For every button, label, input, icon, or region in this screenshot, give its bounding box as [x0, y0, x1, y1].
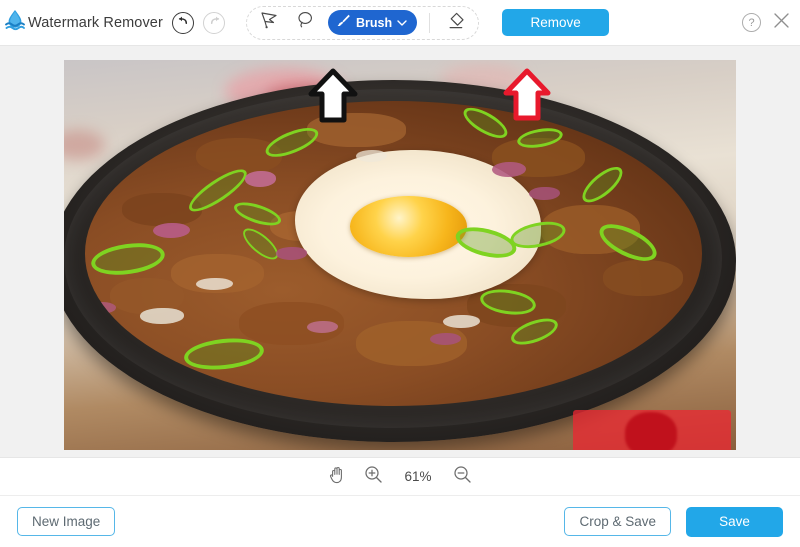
brush-icon: [336, 13, 351, 33]
watermark-brush-mask[interactable]: [573, 410, 731, 450]
window-controls: ?: [742, 12, 800, 34]
history-controls: [172, 11, 225, 34]
undo-button[interactable]: [172, 11, 194, 34]
redo-button[interactable]: [203, 11, 225, 34]
help-button[interactable]: ?: [742, 13, 761, 32]
source-image[interactable]: [64, 60, 736, 450]
sizzling-platter: [64, 79, 736, 443]
watermark-remover-app: Watermark Remover Brush Remove ? 61% New…: [0, 0, 800, 547]
egg-yolk: [350, 195, 468, 257]
eraser-icon: [446, 11, 466, 35]
top-toolbar: Watermark Remover Brush Remove ?: [0, 0, 800, 46]
undo-arrow-icon: [177, 14, 190, 32]
free-lasso-tool[interactable]: [292, 10, 319, 36]
footer-bar: New Image Crop & Save Save: [0, 495, 800, 547]
zoom-level-label: 61%: [404, 469, 432, 484]
page-title: Watermark Remover: [28, 14, 163, 31]
arrow-pointing-to-brush: [308, 68, 358, 123]
save-button[interactable]: Save: [686, 506, 783, 537]
brush-tool-button[interactable]: Brush: [328, 10, 418, 35]
brush-tool-label: Brush: [356, 15, 393, 30]
polygonal-lasso-tool[interactable]: [256, 10, 283, 36]
footer-actions: Crop & Save Save: [564, 506, 783, 537]
eraser-tool[interactable]: [442, 10, 469, 36]
meat-dish: [84, 101, 702, 406]
selection-tool-group: Brush: [246, 5, 480, 40]
zoom-toolbar: 61%: [0, 457, 800, 495]
app-brand: Watermark Remover: [0, 8, 163, 37]
chevron-down-icon[interactable]: [397, 14, 407, 32]
free-lasso-icon: [296, 11, 315, 34]
new-image-button[interactable]: New Image: [17, 507, 116, 536]
water-drop-icon: [4, 8, 26, 37]
editor-canvas[interactable]: [0, 46, 800, 457]
toolbar-divider: [429, 12, 431, 33]
close-icon[interactable]: [773, 12, 790, 34]
zoom-out-icon[interactable]: [453, 465, 472, 489]
crop-and-save-button[interactable]: Crop & Save: [564, 507, 671, 536]
redo-arrow-icon: [208, 14, 221, 32]
remove-button[interactable]: Remove: [502, 9, 610, 36]
arrow-pointing-to-remove: [503, 68, 551, 121]
hand-pan-icon[interactable]: [328, 465, 346, 489]
polygonal-lasso-icon: [260, 11, 279, 34]
zoom-in-icon[interactable]: [364, 465, 383, 489]
